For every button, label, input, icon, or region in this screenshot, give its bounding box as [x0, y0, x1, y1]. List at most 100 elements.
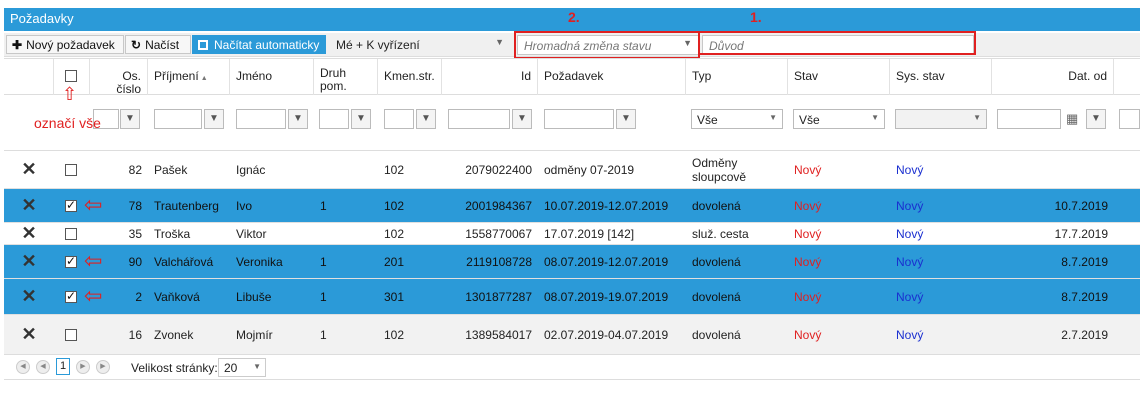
row-checkbox[interactable] — [65, 289, 77, 303]
cell-stav: Nový — [794, 162, 822, 177]
filter-jmeno-input[interactable] — [236, 109, 286, 129]
first-page-icon[interactable]: ◀ — [16, 360, 30, 374]
table-row[interactable]: ✕ 35 Troška Viktor 102 1558770067 17.07.2019 [… — [4, 223, 1140, 245]
filter-typ-select[interactable]: Vše ▼ — [691, 109, 783, 129]
cell-typ: dovolená — [692, 254, 741, 269]
prev-page-icon[interactable]: ◀ — [36, 360, 50, 374]
row-checkbox[interactable] — [65, 198, 77, 212]
row-checkbox[interactable] — [65, 227, 77, 240]
cell-datod: 8.7.2019 — [1061, 254, 1108, 269]
header-jmeno[interactable]: Jméno — [230, 59, 314, 95]
cell-id: 2079022400 — [465, 162, 532, 177]
filter-icon[interactable]: ▼ — [512, 109, 532, 129]
table-cell: 1 — [314, 189, 378, 222]
table-cell: 1301877287 — [442, 279, 538, 314]
filter-pozadavek-input[interactable] — [544, 109, 614, 129]
table-cell: Veronika — [230, 245, 314, 278]
new-request-button[interactable]: ✚ Nový požadavek — [6, 35, 124, 54]
cell-druh: 1 — [320, 254, 327, 269]
filter-prijmeni-input[interactable] — [154, 109, 202, 129]
page-number[interactable]: 1 — [56, 358, 70, 375]
cell-pozadavek: 02.07.2019-04.07.2019 — [544, 327, 669, 342]
header-os-cislo[interactable]: Os. číslo — [90, 59, 148, 96]
table-cell: 1 — [314, 245, 378, 278]
next-page-icon[interactable]: ▶ — [76, 360, 90, 374]
cell-datod: 17.7.2019 — [1054, 226, 1108, 241]
row-checkbox[interactable] — [65, 328, 77, 341]
cell-id: 1389584017 — [465, 327, 532, 342]
table-cell: 16 — [90, 315, 148, 354]
cell-os: 2 — [135, 289, 142, 304]
header-sys-stav[interactable]: Sys. stav — [890, 59, 992, 95]
filter-icon[interactable]: ▼ — [351, 109, 371, 129]
table-row[interactable]: ✕ 2 Vaňková Libuše 1 301 1301877287 08.07.2019-… — [4, 279, 1140, 315]
cell-stav: Nový — [794, 327, 822, 342]
filter-extra-input[interactable] — [1119, 109, 1140, 129]
page-size-select[interactable]: 20 ▼ — [218, 358, 266, 377]
table-cell: Nový — [890, 315, 992, 354]
delete-icon[interactable]: ✕ — [4, 245, 54, 278]
filter-icon[interactable]: ▼ — [416, 109, 436, 129]
delete-icon[interactable]: ✕ — [4, 189, 54, 222]
cell-druh: 1 — [320, 289, 327, 304]
filter-kmen-input[interactable] — [384, 109, 414, 129]
header-dat-od[interactable]: Dat. od — [992, 59, 1114, 95]
chevron-down-icon: ▼ — [253, 362, 261, 371]
load-button[interactable]: ↻ Načíst — [125, 35, 191, 54]
cell-kmen: 301 — [384, 289, 405, 304]
cell-id: 1301877287 — [465, 289, 532, 304]
row-checkbox[interactable] — [65, 163, 77, 176]
select-all-checkbox[interactable] — [65, 70, 77, 82]
auto-load-toggle[interactable]: Načítat automaticky — [192, 35, 326, 54]
filter-icon[interactable]: ▼ — [1086, 109, 1106, 129]
table-cell: 2119108728 — [442, 245, 538, 278]
cell-stav: Nový — [794, 289, 822, 304]
header-id[interactable]: Id — [442, 59, 538, 95]
table-row[interactable]: ✕ 82 Pašek Ignác 102 2079022400 odměny 07-2019… — [4, 151, 1140, 189]
table-cell: 10.07.2019-12.07.2019 — [538, 189, 686, 222]
table-cell: Nový — [788, 245, 890, 278]
filter-icon[interactable]: ▼ — [204, 109, 224, 129]
table-cell: Nový — [890, 279, 992, 314]
table-row[interactable]: ✕ 90 Valchářová Veronika 1 201 2119108728 08.07… — [4, 245, 1140, 279]
header-stav[interactable]: Stav — [788, 59, 890, 95]
filter-select[interactable]: Mé + K vyřízení ▼ — [330, 35, 510, 55]
table-cell: Nový — [890, 223, 992, 244]
cell-prijmeni: Pašek — [154, 162, 188, 177]
table-row[interactable]: ✕ 78 Trautenberg Ivo 1 102 2001984367 10.07.201… — [4, 189, 1140, 223]
cell-kmen: 201 — [384, 254, 405, 269]
table-cell — [314, 151, 378, 188]
header-druh-pom[interactable]: Druh pom. — [314, 59, 378, 95]
header-pozadavek[interactable]: Požadavek — [538, 59, 686, 95]
cell-kmen: 102 — [384, 226, 405, 241]
filter-id-input[interactable] — [448, 109, 510, 129]
table-row[interactable]: ✕ 16 Zvonek Mojmír 1 102 1389584017 02.07.2019-… — [4, 315, 1140, 355]
header-prijmeni[interactable]: Příjmení ▲ — [148, 59, 230, 95]
delete-icon[interactable]: ✕ — [4, 151, 54, 188]
up-arrow-annotation-icon: ⇧ — [62, 84, 78, 104]
cell-os: 78 — [128, 198, 142, 213]
filter-icon[interactable]: ▼ — [120, 109, 140, 129]
table-cell: 2.7.2019 — [992, 315, 1114, 354]
filter-druh-input[interactable] — [319, 109, 349, 129]
last-page-icon[interactable]: ▶ — [96, 360, 110, 374]
filter-icon[interactable]: ▼ — [288, 109, 308, 129]
requests-grid: Os. číslo Příjmení ▲ Jméno Druh pom. Kmen… — [4, 58, 1140, 355]
header-typ[interactable]: Typ — [686, 59, 788, 95]
filter-date-input[interactable] — [997, 109, 1061, 129]
delete-icon[interactable]: ✕ — [4, 279, 54, 314]
cell-os: 90 — [128, 254, 142, 269]
filter-stav-select[interactable]: Vše ▼ — [793, 109, 885, 129]
filter-icon[interactable]: ▼ — [616, 109, 636, 129]
header-kmen-str[interactable]: Kmen.str. — [378, 59, 442, 95]
delete-icon[interactable]: ✕ — [4, 315, 54, 354]
cell-sys: Nový — [896, 327, 924, 342]
row-checkbox[interactable] — [65, 254, 77, 268]
filter-sys-stav-select[interactable]: ▼ — [895, 109, 987, 129]
delete-icon[interactable]: ✕ — [4, 223, 54, 244]
table-cell: 102 — [378, 315, 442, 354]
table-cell: 08.07.2019-12.07.2019 — [538, 245, 686, 278]
left-arrow-annotation-icon: ⇦ — [84, 283, 103, 308]
calendar-icon[interactable]: ▦ — [1066, 111, 1078, 127]
table-cell: Trautenberg — [148, 189, 230, 222]
